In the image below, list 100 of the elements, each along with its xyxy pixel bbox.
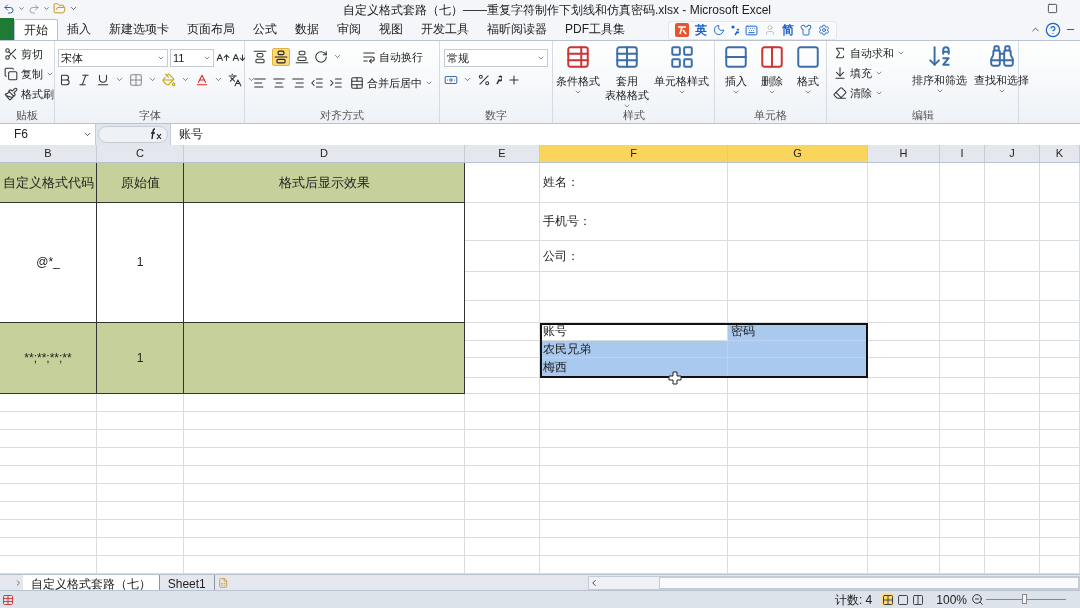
delete-button[interactable]: 删除: [757, 43, 787, 110]
ribbon-tab[interactable]: 页面布局: [178, 18, 244, 40]
empty-cell: [940, 411, 985, 430]
shirt-icon[interactable]: [800, 24, 812, 37]
group-label: 贴板: [15, 107, 39, 123]
increase-indent-icon[interactable]: [329, 75, 343, 90]
group-label: 编辑: [910, 107, 935, 123]
empty-cell: [940, 240, 985, 272]
page-break-icon[interactable]: [912, 593, 925, 606]
orientation-icon[interactable]: [314, 49, 328, 64]
italic-icon[interactable]: [77, 72, 91, 87]
sheet-tab[interactable]: 自定义格式套路（七）: [22, 574, 160, 591]
name-box[interactable]: F6: [0, 123, 96, 145]
column-header[interactable]: B: [0, 144, 97, 162]
help-icon[interactable]: [1045, 21, 1061, 38]
font-size-field[interactable]: 11: [170, 48, 214, 67]
column-header[interactable]: C: [97, 144, 184, 162]
ribbon-tab[interactable]: 插入: [58, 18, 100, 40]
zoom-level[interactable]: 100%: [936, 590, 967, 608]
align-top-icon[interactable]: [253, 49, 267, 64]
zoom-slider-thumb[interactable]: [1022, 594, 1027, 604]
column-header[interactable]: D: [184, 144, 465, 162]
increase-decimal-icon[interactable]: [507, 72, 521, 87]
ribbon-tab[interactable]: 开始: [14, 18, 58, 40]
merge-center-button[interactable]: 合并后居中: [348, 72, 435, 93]
format-painter-button[interactable]: 格式刷: [2, 83, 56, 104]
percent-icon[interactable]: [477, 72, 491, 87]
column-header[interactable]: I: [940, 144, 985, 162]
cell-style-button[interactable]: 单元格样式: [652, 43, 711, 110]
empty-cell: [868, 429, 940, 448]
empty-cell: [1040, 501, 1080, 520]
empty-cell: [868, 393, 940, 412]
macro-record-icon[interactable]: [2, 593, 14, 606]
ribbon-tab[interactable]: 新建选项卡: [100, 18, 178, 40]
sort-filter-button[interactable]: 排序和筛选: [910, 42, 969, 109]
redo-icon[interactable]: [28, 2, 40, 15]
insert-button[interactable]: 插入: [721, 43, 751, 110]
empty-cell: [985, 429, 1040, 448]
table-format-button[interactable]: 套用 表格格式: [603, 43, 651, 110]
ribbon-tab[interactable]: 开发工具: [412, 18, 478, 40]
align-center-icon[interactable]: [272, 75, 286, 90]
folder-icon[interactable]: [53, 2, 66, 16]
function-icon[interactable]: [149, 128, 162, 141]
ribbon-tab[interactable]: 公式: [244, 18, 286, 40]
column-header[interactable]: K: [1040, 144, 1080, 162]
script-toggle[interactable]: 简: [782, 21, 794, 40]
table-cell: 手机号：: [540, 202, 728, 241]
input-mode-toggle[interactable]: 英: [695, 21, 707, 40]
wrap-text-button[interactable]: 自动换行: [360, 46, 425, 67]
settings-icon[interactable]: [818, 24, 830, 37]
keyboard-icon[interactable]: [745, 23, 758, 37]
cut-button[interactable]: 剪切: [2, 43, 56, 64]
zoom-out-icon[interactable]: [971, 593, 984, 606]
bold-icon[interactable]: [58, 72, 72, 87]
border-icon[interactable]: [129, 72, 143, 87]
ribbon-tab[interactable]: 审阅: [328, 18, 370, 40]
logo-icon[interactable]: [675, 23, 689, 38]
punctuation-icon[interactable]: [731, 24, 739, 36]
clear-button[interactable]: 清除: [831, 82, 907, 103]
font-color-icon[interactable]: [195, 72, 209, 87]
column-header[interactable]: J: [985, 144, 1040, 162]
autosum-button[interactable]: 自动求和: [831, 42, 907, 63]
empty-cell: [868, 411, 940, 430]
font-name-field[interactable]: 宋体: [58, 48, 168, 67]
comma-icon[interactable]: [496, 74, 502, 85]
decrease-indent-icon[interactable]: [310, 75, 324, 90]
scroll-left-icon[interactable]: [589, 577, 599, 588]
empty-cell: [868, 300, 940, 323]
align-left-icon[interactable]: [253, 75, 267, 90]
empty-cell: [1040, 393, 1080, 412]
group-label: 样式: [621, 107, 646, 123]
undo-icon[interactable]: [3, 2, 15, 15]
align-bottom-icon[interactable]: [295, 49, 309, 64]
formula-field[interactable]: 账号: [170, 123, 1080, 145]
empty-cell: [940, 393, 985, 412]
horizontal-scrollbar[interactable]: [588, 575, 1080, 590]
file-tab[interactable]: [0, 17, 14, 40]
format-button[interactable]: 格式: [793, 43, 823, 110]
align-middle-button[interactable]: [272, 47, 290, 66]
column-header[interactable]: H: [868, 144, 940, 162]
fill-button[interactable]: 填充: [831, 62, 907, 83]
restore-icon[interactable]: [1047, 3, 1058, 15]
ribbon-tab[interactable]: PDF工具集: [556, 18, 634, 40]
moon-icon[interactable]: [713, 24, 725, 37]
find-select-button[interactable]: 查找和选择: [972, 42, 1031, 109]
ribbon-tab[interactable]: 数据: [286, 18, 328, 40]
empty-cell: [868, 162, 940, 203]
ribbon-tab[interactable]: 视图: [370, 18, 412, 40]
conditional-format-button[interactable]: 条件格式: [554, 43, 602, 110]
ribbon-tab[interactable]: 福昕阅读器: [478, 18, 556, 40]
fill-color-icon[interactable]: [162, 72, 176, 87]
phonetic-icon[interactable]: [228, 72, 242, 87]
empty-cell: [1040, 483, 1080, 502]
copy-button[interactable]: 复制: [2, 63, 56, 84]
align-right-icon[interactable]: [291, 75, 305, 90]
normal-view-icon[interactable]: [882, 593, 895, 606]
empty-cell: [868, 377, 940, 394]
page-layout-icon[interactable]: [897, 593, 910, 606]
number-format-field[interactable]: 常规: [444, 48, 548, 67]
underline-icon[interactable]: [96, 72, 110, 87]
